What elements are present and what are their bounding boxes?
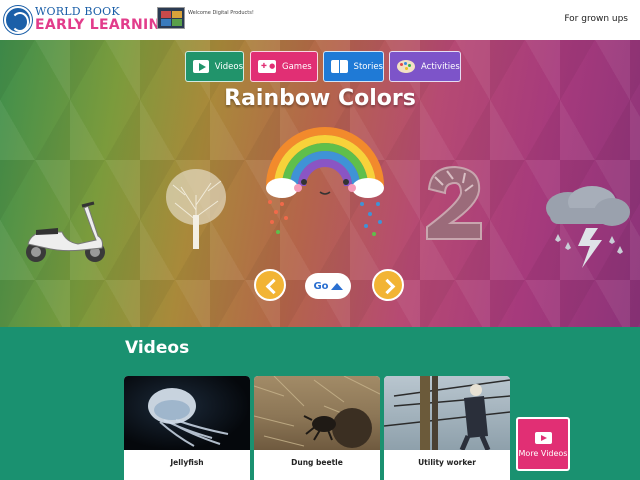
video-card-dung-beetle[interactable]: Dung beetle — [254, 376, 380, 480]
welcome-text: Welcome Digital Products! — [188, 10, 254, 16]
video-caption: Utility worker — [418, 458, 476, 467]
carousel-title: Rainbow Colors — [224, 86, 416, 111]
nav-stories-button[interactable]: Stories — [323, 51, 384, 82]
tree-image[interactable] — [163, 165, 229, 251]
nav-stories-label: Stories — [353, 61, 383, 72]
hero-carousel: Videos ✚ ● Games Stories Activities Rain… — [0, 40, 640, 327]
globe-icon — [4, 6, 32, 34]
video-caption: Jellyfish — [170, 458, 204, 467]
nav-videos-button[interactable]: Videos — [185, 51, 244, 82]
utility-worker-thumbnail — [384, 376, 510, 450]
nav-videos-label: Videos — [214, 61, 243, 72]
nav-games-label: Games — [282, 61, 312, 72]
rainbow-image[interactable] — [262, 126, 388, 242]
number-two-image[interactable] — [421, 165, 487, 243]
jellyfish-thumbnail — [124, 376, 250, 450]
world-book-logo[interactable]: WORLD BOOK EARLY LEARNING — [4, 5, 172, 35]
site-header: WORLD BOOK EARLY LEARNING Welcome Digita… — [0, 0, 640, 40]
for-grown-ups-link[interactable]: For grown ups — [564, 14, 628, 24]
video-icon — [193, 60, 209, 73]
gamepad-icon: ✚ ● — [258, 60, 276, 73]
scooter-image[interactable] — [22, 200, 108, 264]
triangle-icon — [330, 282, 343, 290]
nav-activities-button[interactable]: Activities — [389, 51, 461, 82]
go-label: Go — [313, 280, 329, 292]
video-card-utility-worker[interactable]: Utility worker — [384, 376, 510, 480]
palette-icon — [397, 60, 415, 73]
videos-section: Videos Jellyfish Dung beetle Utility wor… — [0, 327, 640, 480]
book-icon — [331, 60, 348, 73]
video-caption: Dung beetle — [291, 458, 343, 467]
digital-products-icon[interactable] — [157, 7, 185, 29]
carousel-go-button[interactable]: Go — [305, 273, 351, 299]
more-videos-label: More Videos — [518, 449, 568, 458]
video-card-jellyfish[interactable]: Jellyfish — [124, 376, 250, 480]
logo-line-2: EARLY LEARNING — [35, 17, 173, 33]
nav-activities-label: Activities — [421, 61, 460, 72]
carousel-prev-button[interactable] — [254, 269, 286, 301]
videos-section-title: Videos — [125, 338, 190, 358]
dung-beetle-thumbnail — [254, 376, 380, 450]
nav-games-button[interactable]: ✚ ● Games — [250, 51, 318, 82]
storm-cloud-image[interactable] — [542, 184, 632, 276]
more-videos-button[interactable]: More Videos — [516, 417, 570, 471]
video-icon — [535, 432, 552, 444]
carousel-next-button[interactable] — [372, 269, 404, 301]
